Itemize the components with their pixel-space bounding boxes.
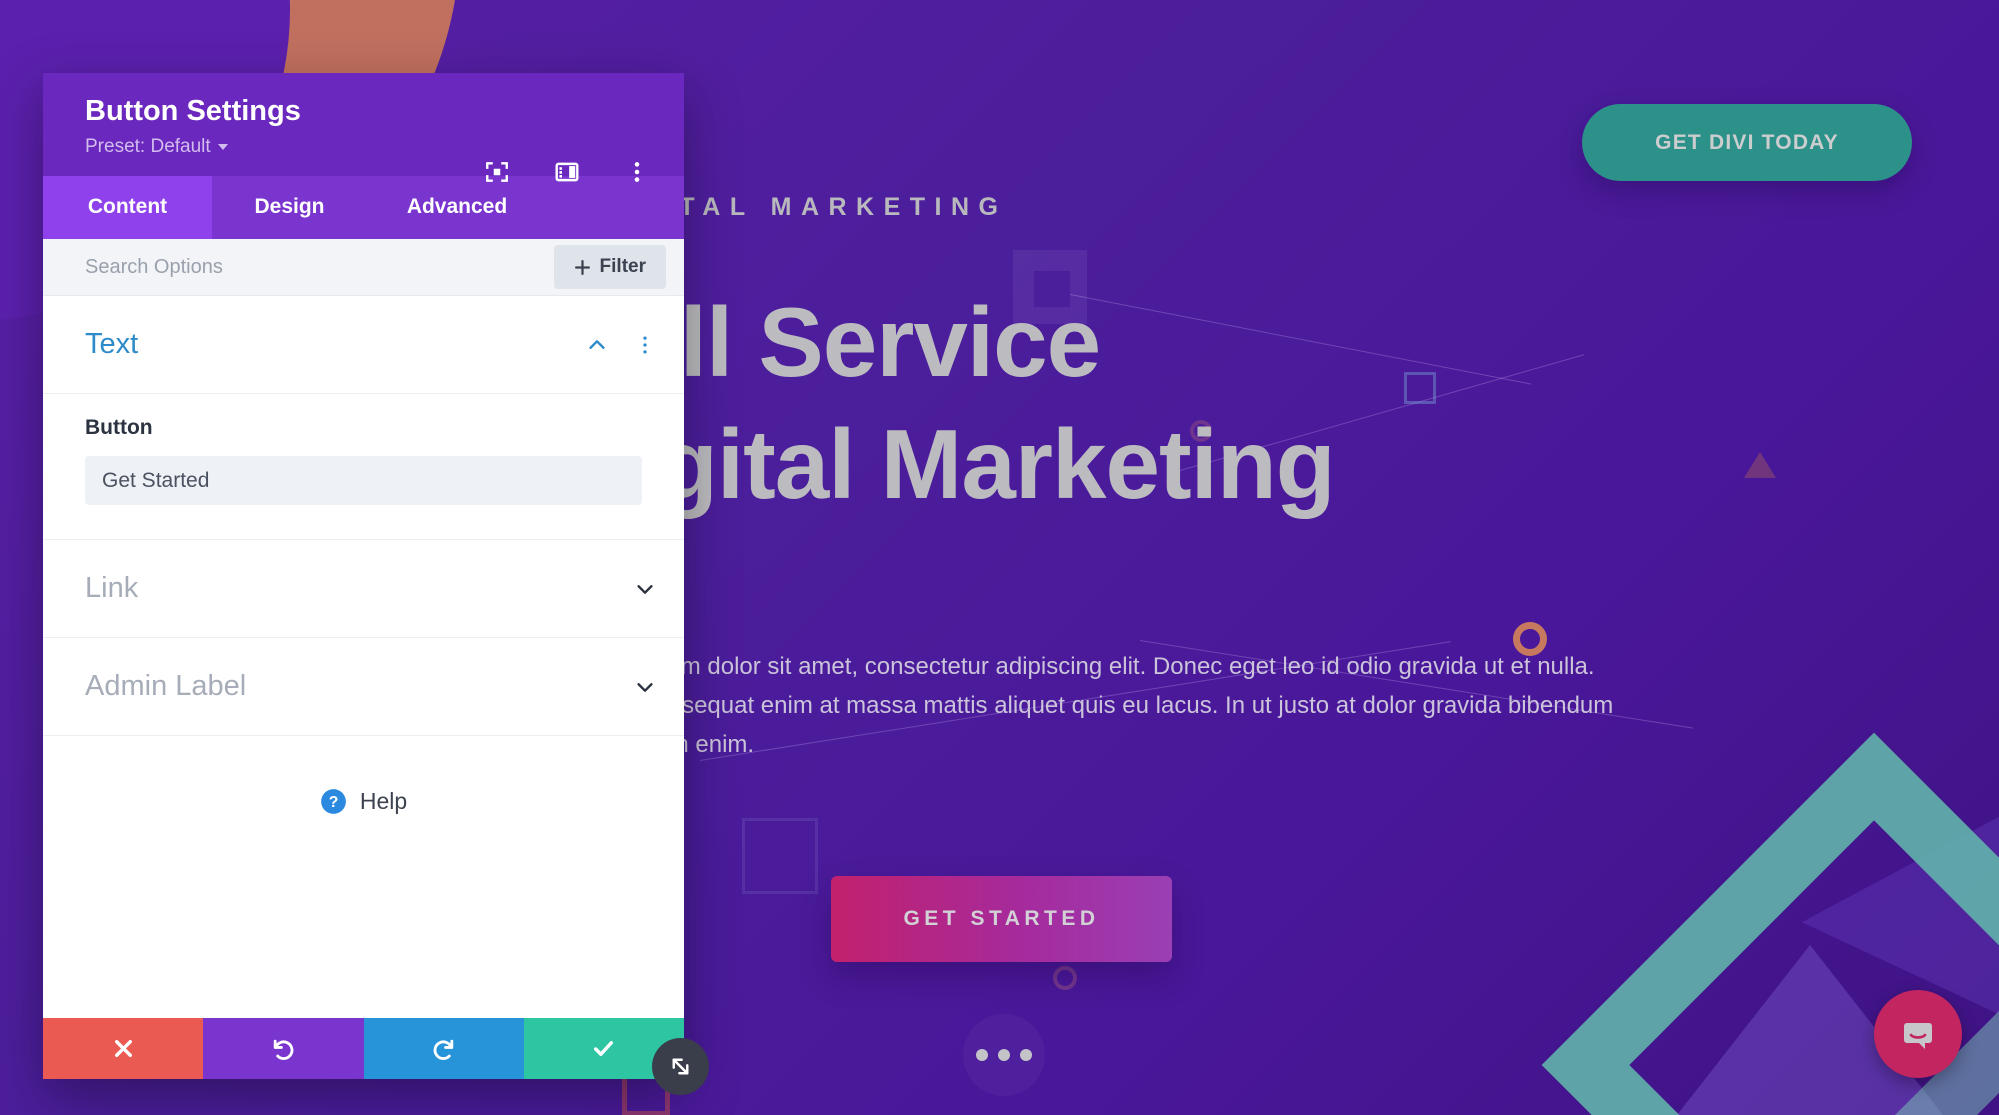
search-options-bar: Search Options Filter [43, 239, 684, 296]
focus-target-icon[interactable] [484, 159, 510, 185]
resize-diagonal-icon [672, 1058, 689, 1075]
preset-label: Preset: Default [85, 136, 211, 157]
button-text-input[interactable] [85, 456, 642, 505]
help-link[interactable]: ? Help [43, 736, 684, 815]
section-admin-label[interactable]: Admin Label [43, 638, 684, 736]
section-link[interactable]: Link [43, 540, 684, 638]
get-divi-today-button[interactable]: GET DIVI TODAY [1582, 104, 1912, 181]
kebab-menu-icon[interactable] [634, 334, 656, 356]
decor-triangle-outline-orange [1744, 452, 1776, 478]
redo-button[interactable] [363, 1018, 524, 1079]
redo-icon [433, 1039, 454, 1060]
intercom-chat-icon[interactable] [1874, 990, 1962, 1078]
cancel-button[interactable] [43, 1018, 204, 1079]
filter-label: Filter [599, 256, 646, 277]
section-text[interactable]: Text [43, 296, 684, 394]
tab-advanced[interactable]: Advanced [367, 176, 547, 239]
search-input[interactable]: Search Options [85, 256, 223, 279]
modal-body: Text Button Link Admin La [43, 296, 684, 1018]
chevron-down-icon[interactable] [634, 676, 656, 698]
ellipsis-icon[interactable] [963, 1014, 1045, 1096]
decor-ring-dim-2 [1053, 966, 1077, 990]
hero-get-started-button[interactable]: GET STARTED [831, 876, 1172, 962]
tab-design[interactable]: Design [212, 176, 367, 239]
ellipsis-dot [1020, 1049, 1032, 1061]
chevron-down-icon[interactable] [634, 578, 656, 600]
preset-selector[interactable]: Preset: Default [85, 136, 228, 158]
caret-down-icon [217, 144, 228, 150]
help-label: Help [359, 788, 408, 814]
question-circle-icon: ? [320, 789, 346, 814]
decor-square-outline-blue [1404, 372, 1436, 404]
section-text-controls [586, 334, 656, 356]
undo-button[interactable] [203, 1018, 364, 1079]
ellipsis-dot [976, 1049, 988, 1061]
modal-resize-handle[interactable] [652, 1038, 709, 1095]
section-text-title: Text [85, 328, 139, 360]
modal-header-icons [484, 159, 650, 185]
undo-icon [273, 1039, 294, 1060]
section-admin-label-title: Admin Label [85, 670, 247, 702]
modal-tabs: Content Design Advanced [43, 176, 684, 239]
layout-panel-icon[interactable] [554, 159, 580, 185]
kebab-menu-icon[interactable] [624, 159, 650, 185]
hero-body-text: Lorem ipsum dolor sit amet, consectetur … [562, 653, 1614, 758]
ellipsis-dot [998, 1049, 1010, 1061]
button-text-field-group: Button [43, 394, 684, 540]
button-settings-modal: Button Settings Preset: Default Content … [43, 73, 684, 1079]
decor-square-outline-dim [742, 818, 818, 894]
modal-footer [43, 1018, 684, 1079]
filter-button[interactable]: Filter [553, 245, 666, 289]
close-icon [114, 1040, 132, 1057]
modal-title: Button Settings [85, 95, 301, 127]
tab-content[interactable]: Content [43, 176, 212, 239]
chevron-up-icon[interactable] [586, 334, 608, 356]
svg-text:?: ? [329, 794, 339, 811]
check-icon [594, 1041, 614, 1056]
chat-bubble-icon [1904, 1023, 1932, 1049]
modal-header: Button Settings Preset: Default [43, 73, 684, 182]
plus-icon [574, 259, 590, 275]
section-link-title: Link [85, 572, 139, 604]
button-field-label: Button [85, 416, 153, 439]
